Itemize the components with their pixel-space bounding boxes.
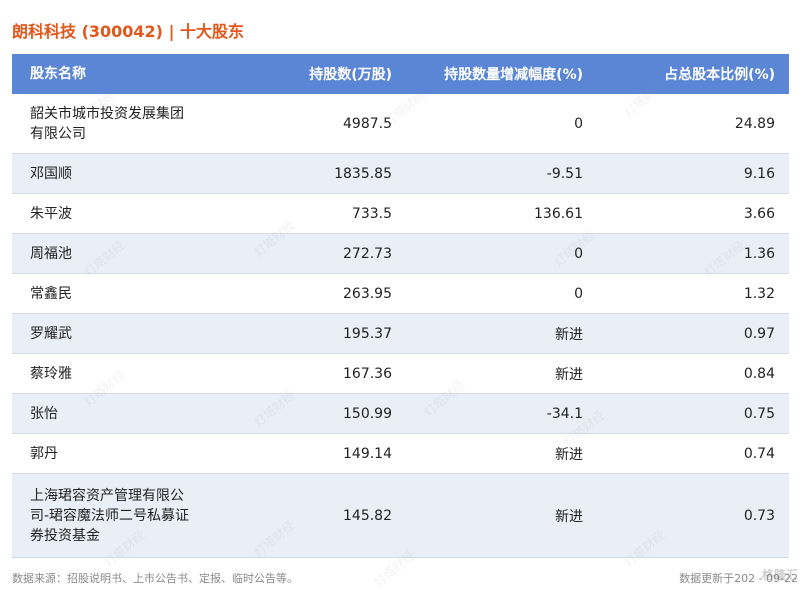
page: 朗科科技 (300042) | 十大股东 股东名称 持股数(万股) 持股数量增减…: [0, 0, 810, 598]
header-name: 股东名称: [30, 66, 86, 82]
cell-ratio: 0.73: [743, 507, 775, 524]
cell-shareholder-name: 朱平波: [30, 205, 72, 222]
cell-change: 新进: [555, 508, 583, 525]
cell-ratio: 9.16: [743, 165, 775, 182]
cell-shareholder-name: 张怡: [30, 405, 58, 422]
cell-ratio: 3.66: [743, 205, 775, 222]
cell-shares: 733.5: [351, 205, 392, 222]
cell-change: -34.1: [546, 405, 583, 422]
table-header: 股东名称 持股数(万股) 持股数量增减幅度(%) 占总股本比例(%): [12, 54, 789, 94]
cell-shares: 149.14: [343, 445, 392, 462]
cell-ratio: 1.36: [743, 245, 775, 262]
cell-ratio: 1.32: [743, 285, 775, 302]
cell-change: 0: [574, 245, 583, 262]
table-row: 郭丹 149.14 新进 0.74: [12, 434, 789, 474]
table-row: 周福池 272.73 0 1.36: [12, 234, 789, 274]
header-shares: 持股数(万股): [309, 67, 392, 83]
cell-change: 136.61: [534, 205, 583, 222]
cell-shares: 263.95: [343, 285, 392, 302]
cell-change: 0: [574, 285, 583, 302]
table-row: 朱平波 733.5 136.61 3.66: [12, 194, 789, 234]
shareholder-table: 股东名称 持股数(万股) 持股数量增减幅度(%) 占总股本比例(%) 韶关市城市…: [12, 54, 789, 558]
footer-source: 数据来源：招股说明书、上市公告书、定报、临时公告等。: [12, 572, 298, 585]
page-title: 朗科科技 (300042) | 十大股东: [12, 22, 244, 41]
table-row: 蔡玲雅 167.36 新进 0.84: [12, 354, 789, 394]
cell-ratio: 0.74: [743, 445, 775, 462]
cell-shares: 1835.85: [334, 165, 392, 182]
cell-change: 0: [574, 115, 583, 132]
cell-shares: 4987.5: [343, 115, 392, 132]
cell-change: 新进: [555, 326, 583, 343]
cell-shares: 145.82: [343, 507, 392, 524]
cell-shareholder-name: 罗耀武: [30, 325, 72, 342]
table-row: 张怡 150.99 -34.1 0.75: [12, 394, 789, 434]
cell-change: 新进: [555, 366, 583, 383]
cell-shareholder-name: 周福池: [30, 245, 72, 262]
brand-logo: 格隆汇: [761, 568, 798, 582]
cell-shareholder-name: 邓国顺: [30, 165, 72, 182]
cell-ratio: 0.97: [743, 325, 775, 342]
cell-shares: 195.37: [343, 325, 392, 342]
table-row: 罗耀武 195.37 新进 0.97: [12, 314, 789, 354]
table-row: 上海珺容资产管理有限公 司-珺容魔法师二号私募证 券投资基金 145.82 新进 0.73: [12, 474, 789, 558]
table-body: 韶关市城市投资发展集团 有限公司 4987.5 0 24.89 邓国顺 1835.85 -9.…: [12, 94, 789, 558]
cell-shareholder-name: 郭丹: [30, 445, 58, 462]
cell-change: 新进: [555, 446, 583, 463]
cell-shareholder-name: 蔡玲雅: [30, 365, 72, 382]
cell-change: -9.51: [546, 165, 583, 182]
cell-shareholder-name: 韶关市城市投资发展集团 有限公司: [30, 105, 184, 142]
table-row: 邓国顺 1835.85 -9.51 9.16: [12, 154, 789, 194]
cell-shares: 272.73: [343, 245, 392, 262]
cell-shareholder-name: 上海珺容资产管理有限公 司-珺容魔法师二号私募证 券投资基金: [30, 487, 190, 544]
cell-ratio: 0.75: [743, 405, 775, 422]
cell-shareholder-name: 常鑫民: [30, 285, 72, 302]
table-row: 常鑫民 263.95 0 1.32: [12, 274, 789, 314]
cell-ratio: 0.84: [743, 365, 775, 382]
cell-ratio: 24.89: [734, 115, 775, 132]
header-change: 持股数量增减幅度(%): [444, 67, 583, 83]
cell-shares: 167.36: [343, 365, 392, 382]
header-ratio: 占总股本比例(%): [664, 67, 775, 83]
table-row: 韶关市城市投资发展集团 有限公司 4987.5 0 24.89: [12, 94, 789, 154]
cell-shares: 150.99: [343, 405, 392, 422]
